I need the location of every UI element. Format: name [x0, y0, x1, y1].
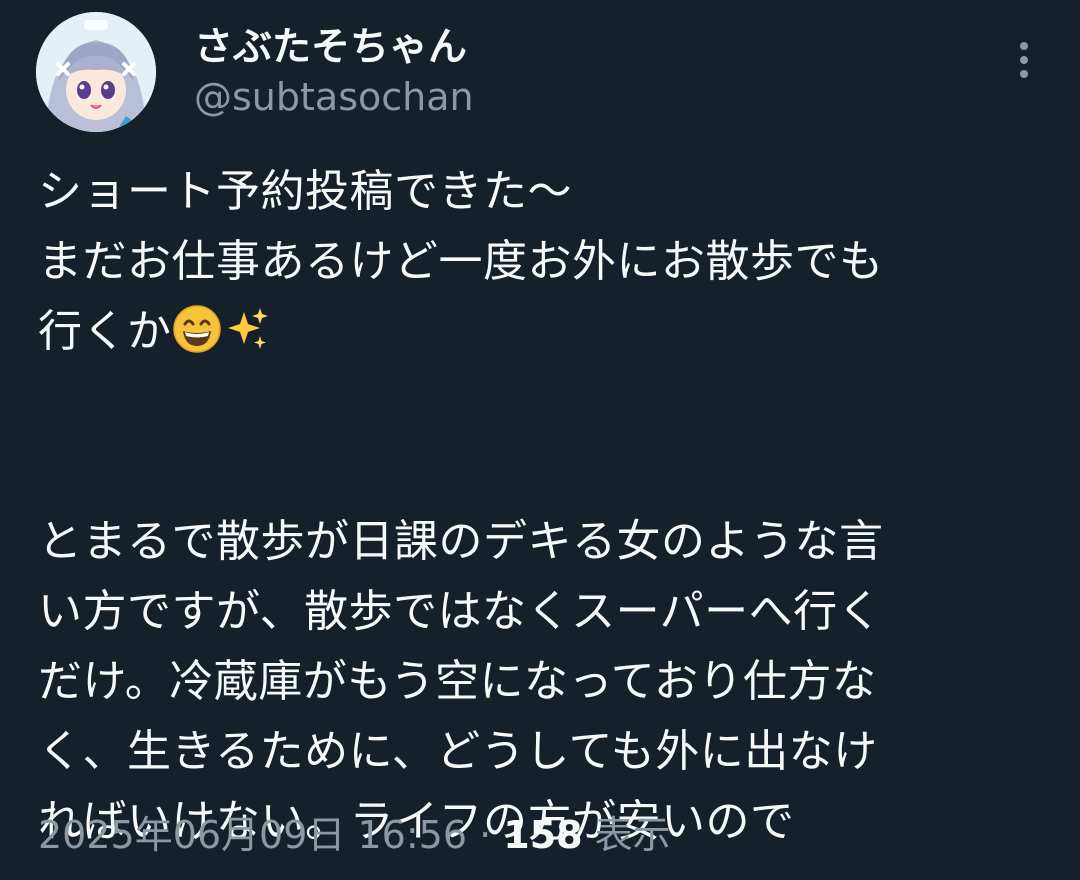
views-count: 158	[503, 813, 583, 857]
display-name[interactable]: さぶたそちゃん	[194, 24, 467, 72]
grinning-face-icon	[172, 305, 221, 353]
more-vertical-icon-dot	[1020, 56, 1028, 64]
tweet-line-text: 行くか	[38, 306, 172, 357]
avatar[interactable]	[36, 12, 156, 132]
tweet-line: く、生きるために、どうしても外に出なけ	[38, 726, 878, 777]
user-handle[interactable]: @subtasochan	[194, 74, 474, 120]
anime-avatar-icon	[36, 12, 156, 132]
meta-separator: ·	[467, 813, 504, 857]
tweet-text: ショート予約投稿できた〜 まだお仕事あるけど一度お外にお散歩でも 行くか とまる…	[38, 157, 1038, 857]
tweet-line: ショート予約投稿できた〜	[38, 166, 572, 217]
more-vertical-icon-dot	[1020, 70, 1028, 78]
tweet-line: い方ですが、散歩ではなくスーパーへ行く	[38, 586, 883, 637]
tweet-line-with-emoji: 行くか	[38, 297, 1038, 367]
sparkles-icon	[227, 308, 268, 349]
tweet-header: さぶたそちゃん @subtasochan	[36, 12, 1044, 132]
timestamp[interactable]: 2025年06月09日 16:56	[38, 813, 467, 857]
tweet-line: まだお仕事あるけど一度お外にお散歩でも	[38, 236, 884, 287]
tweet-line: だけ。冷蔵庫がもう空になっており仕方な	[38, 656, 877, 707]
views-label: 表示	[582, 813, 671, 857]
tweet-meta: 2025年06月09日 16:56 · 158 表示	[38, 810, 671, 860]
tweet-line: とまるで散歩が日課のデキる女のような言	[38, 516, 884, 567]
more-options-button[interactable]	[1004, 38, 1044, 82]
more-vertical-icon	[1020, 42, 1028, 50]
